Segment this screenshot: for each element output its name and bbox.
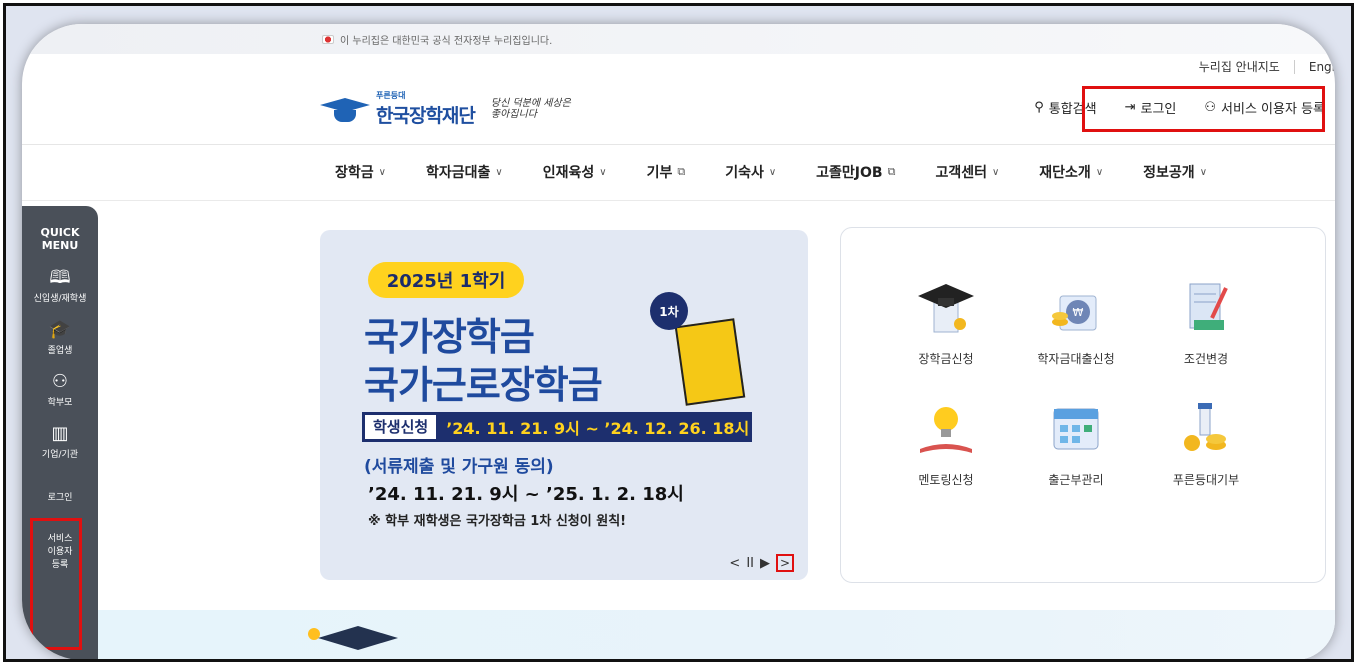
logo-text: 푸른등대 한국장학재단 (376, 90, 476, 128)
quick-menu: QUICK MENU 🕮 신입생/재학생 🎓 졸업생 ⚇ 학부모 ▥ 기업/기관… (22, 206, 98, 659)
quick-item-student[interactable]: 🕮 신입생/재학생 (22, 267, 98, 305)
chevron-down-icon: ∨ (599, 166, 607, 178)
nav-job[interactable]: 고졸만JOB ⧉ (816, 162, 895, 182)
chevron-down-icon: ∨ (991, 166, 1000, 178)
banner-title-1: 국가장학금 (364, 315, 535, 359)
highlight-box-header (1082, 86, 1325, 132)
quick-item-company[interactable]: ▥ 기업/기관 (22, 423, 98, 461)
book-mascot-illustration: 1차 (650, 292, 770, 412)
service-grid: 장학금신청 ₩ 학자금대출신청 조건변경 멘토링신청 출근부관리 푸른등대기부 (881, 278, 1271, 488)
service-scholarship-apply[interactable]: 장학금신청 (881, 278, 1011, 367)
chevron-down-icon: ∨ (495, 166, 503, 178)
document-pen-icon (1189, 283, 1228, 330)
divider (1293, 59, 1295, 74)
external-link-icon: ⧉ (887, 165, 896, 178)
service-donation[interactable]: 푸른등대기부 (1141, 399, 1271, 488)
docs-label: (서류제출 및 가구원 동의) (364, 457, 554, 477)
apply-dates: ’24. 11. 21. 9시 ~ ’24. 12. 26. 18시 (446, 419, 750, 438)
graduation-cap-decoration-icon (318, 626, 398, 650)
round-badge: 1차 (650, 292, 688, 330)
sun-decoration-icon (308, 628, 320, 640)
prev-button[interactable]: < (729, 556, 740, 571)
calendar-icon (1053, 408, 1099, 450)
nav-scholarship[interactable]: 장학금 ∨ (335, 162, 386, 182)
banner-title-2: 국가근로장학금 (364, 363, 603, 407)
nav-about[interactable]: 재단소개 ∨ (1039, 162, 1103, 182)
logo-slogan: 당신 덕분에 세상은 좋아집니다 (490, 98, 571, 120)
gov-banner: 이 누리집은 대한민국 공식 전자정부 누리집입니다. (22, 24, 1335, 54)
sitemap-link[interactable]: 누리집 안내지도 (1199, 58, 1280, 75)
pause-button[interactable]: II (746, 556, 754, 571)
docs-dates: ’24. 11. 21. 9시 ~ ’25. 1. 2. 18시 (368, 484, 684, 505)
nav-customer-center[interactable]: 고객센터 ∨ (935, 162, 999, 182)
main-nav: 장학금 ∨ 학자금대출 ∨ 인재육성 ∨ 기부 ⧉ 기숙사 ∨ 고졸만JOB ⧉ 고객센터 ∨… (335, 162, 1207, 182)
nav-talent[interactable]: 인재육성 ∨ (543, 162, 607, 182)
main-banner[interactable]: 2025년 1학기 국가장학금 국가근로장학금 학생신청 ’24. 11. 21… (320, 230, 808, 580)
nav-donation[interactable]: 기부 ⧉ (647, 162, 686, 182)
quick-login[interactable]: 로그인 (22, 490, 98, 503)
next-button[interactable]: > (776, 554, 794, 572)
money-bag-icon: ₩ (1052, 295, 1097, 331)
graduation-cap-icon (918, 284, 974, 333)
site-logo[interactable]: 푸른등대 한국장학재단 당신 덕분에 세상은 좋아집니다 (320, 90, 571, 128)
service-condition-change[interactable]: 조건변경 (1141, 278, 1271, 367)
graduation-cap-logo-icon (320, 94, 370, 124)
graduation-cap-icon: 🎓 (48, 319, 72, 340)
service-attendance[interactable]: 출근부관리 (1011, 399, 1141, 488)
logo-name: 한국장학재단 (376, 105, 476, 127)
divider (22, 144, 1335, 145)
nav-dormitory[interactable]: 기숙사 ∨ (725, 162, 776, 182)
service-mentoring-apply[interactable]: 멘토링신청 (881, 399, 1011, 488)
play-button[interactable]: ▶ (760, 556, 770, 571)
chevron-down-icon: ∨ (1095, 166, 1104, 178)
quick-item-graduate[interactable]: 🎓 졸업생 (22, 319, 98, 357)
gov-notice-text: 이 누리집은 대한민국 공식 전자정부 누리집입니다. (340, 36, 553, 47)
highlight-box-quick (30, 518, 82, 650)
banner-controls: < II ▶ > (729, 554, 794, 572)
nav-disclosure[interactable]: 정보공개 ∨ (1143, 162, 1207, 182)
service-loan-apply[interactable]: ₩ 학자금대출신청 (1011, 278, 1141, 367)
external-link-icon: ⧉ (677, 165, 686, 178)
korea-flag-icon (322, 35, 334, 44)
building-icon: ▥ (51, 423, 69, 444)
semester-pill: 2025년 1학기 (368, 262, 524, 298)
divider (22, 200, 1335, 201)
quick-menu-title: QUICK MENU (40, 226, 80, 252)
gov-notice: 이 누리집은 대한민국 공식 전자정부 누리집입니다. (322, 32, 552, 47)
search-icon: ⚲ (1034, 100, 1044, 115)
logo-sub: 푸른등대 (376, 91, 406, 100)
chevron-down-icon: ∨ (378, 166, 386, 178)
chevron-down-icon: ∨ (768, 166, 777, 178)
quick-item-parent[interactable]: ⚇ 학부모 (22, 371, 98, 409)
people-icon: ⚇ (51, 371, 69, 392)
nav-student-loan[interactable]: 학자금대출 ∨ (426, 162, 503, 182)
apply-label: 학생신청 (365, 415, 437, 439)
service-panel: 장학금신청 ₩ 학자금대출신청 조건변경 멘토링신청 출근부관리 푸른등대기부 (840, 227, 1326, 583)
screenshot-frame: 이 누리집은 대한민국 공식 전자정부 누리집입니다. 누리집 안내지도 Eng… (3, 3, 1354, 662)
english-link[interactable]: Engl (1309, 60, 1335, 74)
banner-note: ※ 학부 재학생은 국가장학금 1차 신청이 원칙! (368, 514, 627, 529)
apply-period: 학생신청 ’24. 11. 21. 9시 ~ ’24. 12. 26. 18시 (362, 412, 752, 442)
bottom-banner-strip (98, 610, 1335, 659)
chevron-down-icon: ∨ (1199, 166, 1208, 178)
book-icon: 🕮 (49, 267, 71, 288)
util-links: 누리집 안내지도 Engl (1199, 58, 1335, 75)
lighthouse-coins-icon (1184, 403, 1226, 451)
lightbulb-book-icon (920, 407, 972, 453)
page: 이 누리집은 대한민국 공식 전자정부 누리집입니다. 누리집 안내지도 Eng… (22, 24, 1335, 659)
svg-text:₩: ₩ (1073, 306, 1084, 319)
